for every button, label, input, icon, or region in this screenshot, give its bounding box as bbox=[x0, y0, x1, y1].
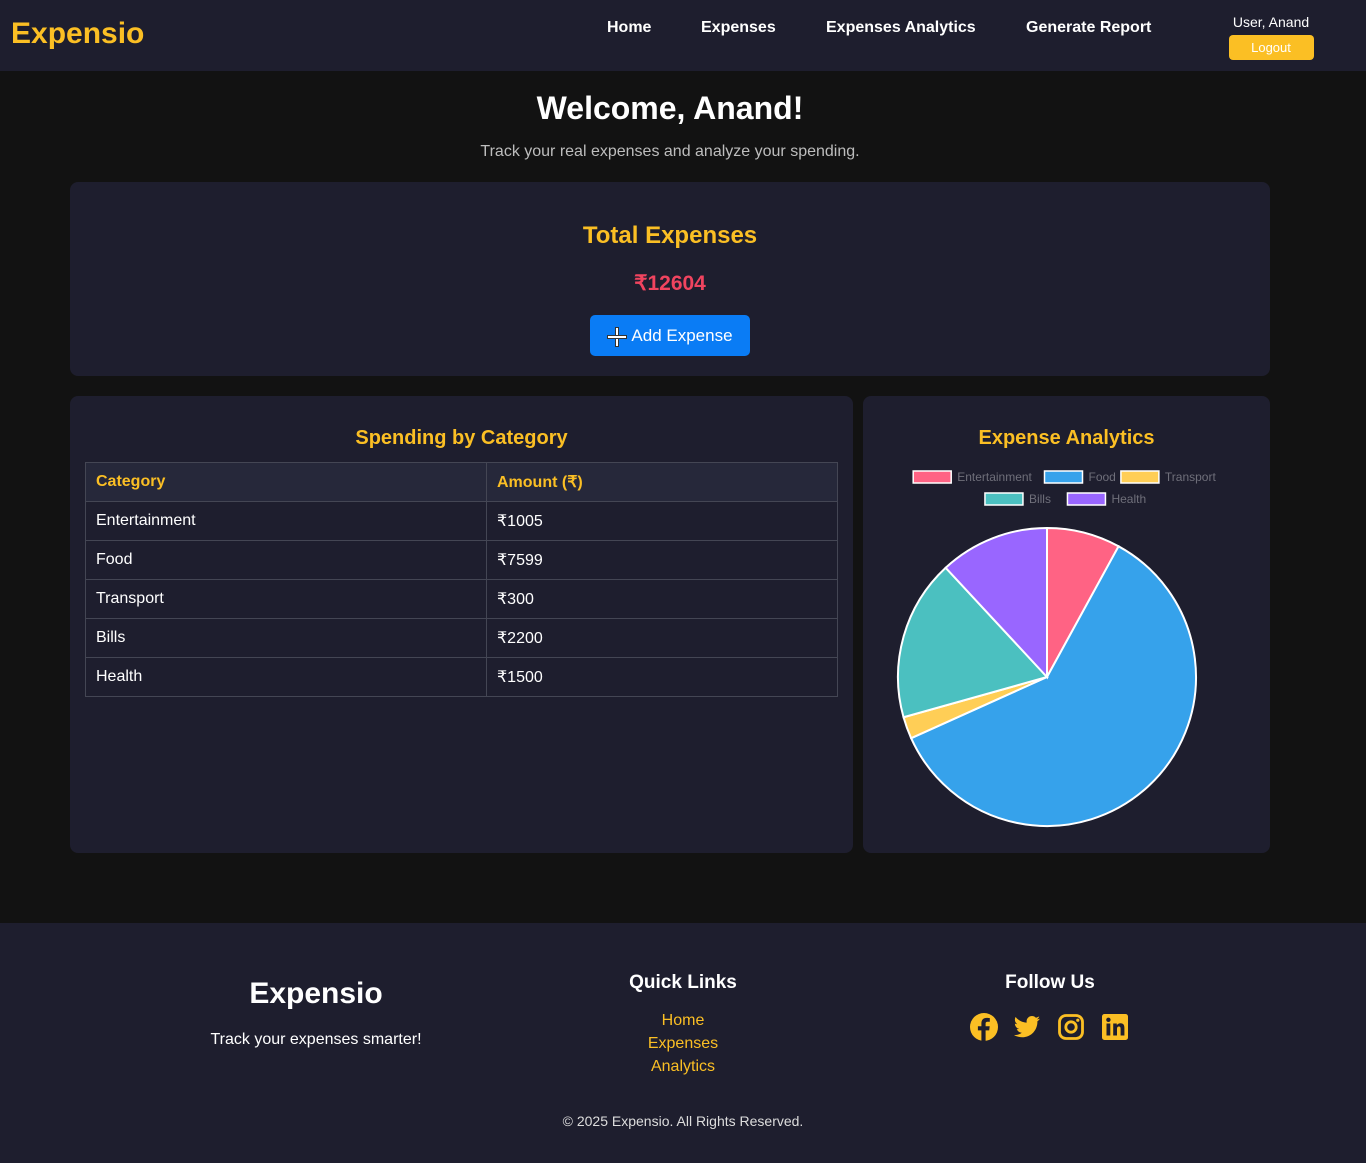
footer: Expensio Track your expenses smarter! Qu… bbox=[0, 923, 1366, 1163]
category-cell: Food bbox=[85, 540, 487, 580]
footer-link-home[interactable]: Home bbox=[583, 1012, 783, 1030]
amount-cell: ₹7599 bbox=[486, 540, 838, 580]
add-expense-label: Add Expense bbox=[631, 325, 733, 345]
category-cell: Health bbox=[85, 657, 487, 697]
category-table: Category Amount (₹) Entertainment ₹1005 … bbox=[85, 462, 838, 697]
legend-label-health[interactable]: Health bbox=[1111, 492, 1146, 506]
total-expenses-card: Total Expenses ₹12604 Add Expense bbox=[70, 182, 1270, 376]
total-expenses-title: Total Expenses bbox=[582, 222, 758, 249]
table-row: Bills ₹2200 bbox=[85, 618, 838, 658]
instagram-icon[interactable] bbox=[1057, 1013, 1085, 1041]
amount-cell: ₹300 bbox=[486, 579, 838, 619]
spending-by-category-card: Spending by Category Category Amount (₹)… bbox=[70, 396, 853, 853]
navbar: Expensio Home Expenses Expenses Analytic… bbox=[0, 0, 1366, 71]
legend-label-bills[interactable]: Bills bbox=[1029, 492, 1051, 506]
expense-analytics-card: Expense Analytics Entertainment Food Trans… bbox=[863, 396, 1270, 853]
pie-chart: Entertainment Food Transport Bills Health bbox=[897, 470, 1217, 827]
copyright-text: © 2025 Expensio. All Rights Reserved. bbox=[562, 1113, 804, 1129]
legend-swatch-food[interactable] bbox=[1043, 470, 1084, 484]
amount-cell: ₹1500 bbox=[486, 657, 838, 697]
footer-tagline: Track your expenses smarter! bbox=[210, 1031, 422, 1048]
welcome-subtitle: Track your real expenses and analyze you… bbox=[480, 143, 860, 160]
twitter-icon[interactable] bbox=[1013, 1013, 1041, 1041]
legend-label-food[interactable]: Food bbox=[1089, 470, 1116, 484]
legend-swatch-transport[interactable] bbox=[1120, 470, 1160, 484]
user-box: User, Anand Logout bbox=[1222, 14, 1320, 60]
column-header-category: Category bbox=[85, 462, 487, 502]
column-header-amount: Amount (₹) bbox=[486, 462, 838, 502]
plus-icon bbox=[607, 326, 628, 347]
linkedin-icon[interactable] bbox=[1101, 1013, 1129, 1041]
category-cell: Transport bbox=[85, 579, 487, 619]
table-row: Entertainment ₹1005 bbox=[85, 501, 838, 541]
category-cell: Entertainment bbox=[85, 501, 487, 541]
nav-link-generate-report[interactable]: Generate Report bbox=[1026, 19, 1151, 37]
follow-us-title: Follow Us bbox=[1005, 972, 1095, 993]
legend-label-transport[interactable]: Transport bbox=[1165, 470, 1217, 484]
brand-logo[interactable]: Expensio bbox=[11, 17, 144, 51]
footer-link-expenses[interactable]: Expenses bbox=[583, 1035, 783, 1053]
quick-links-title: Quick Links bbox=[629, 972, 737, 993]
amount-cell: ₹2200 bbox=[486, 618, 838, 658]
amount-cell: ₹1005 bbox=[486, 501, 838, 541]
legend-swatch-bills[interactable] bbox=[984, 492, 1024, 506]
nav-link-home[interactable]: Home bbox=[607, 19, 651, 37]
table-row: Food ₹7599 bbox=[85, 540, 838, 580]
user-label: User, Anand bbox=[1232, 14, 1310, 30]
legend-swatch-health[interactable] bbox=[1066, 492, 1107, 506]
table-row: Health ₹1500 bbox=[85, 657, 838, 697]
footer-link-analytics[interactable]: Analytics bbox=[583, 1058, 783, 1076]
welcome-title: Welcome, Anand! bbox=[536, 90, 804, 126]
nav-link-expenses[interactable]: Expenses bbox=[701, 19, 776, 37]
legend-label-entertainment[interactable]: Entertainment bbox=[957, 470, 1032, 484]
spending-by-category-title: Spending by Category bbox=[355, 427, 568, 449]
logout-button[interactable]: Logout bbox=[1228, 35, 1314, 60]
footer-brand: Expensio bbox=[249, 977, 383, 1010]
facebook-icon[interactable] bbox=[970, 1013, 998, 1041]
table-row: Transport ₹300 bbox=[85, 579, 838, 619]
add-expense-button[interactable]: Add Expense bbox=[590, 315, 750, 356]
legend-swatch-entertainment[interactable] bbox=[912, 470, 952, 484]
category-cell: Bills bbox=[85, 618, 487, 658]
total-expenses-amount: ₹12604 bbox=[634, 272, 706, 295]
table-header-row: Category Amount (₹) bbox=[85, 462, 838, 502]
nav-link-expenses-analytics[interactable]: Expenses Analytics bbox=[826, 19, 976, 37]
